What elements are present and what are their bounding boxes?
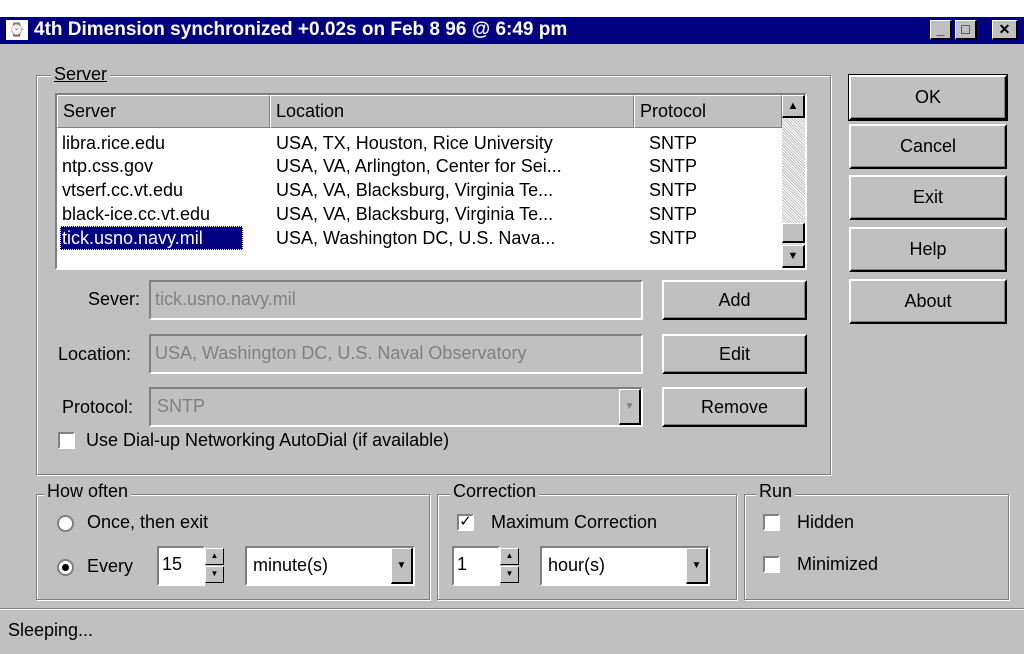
- every-radio[interactable]: [57, 559, 74, 576]
- server-field-label: Sever:: [88, 289, 141, 309]
- server-field[interactable]: tick.usno.navy.mil: [149, 280, 643, 320]
- status-text: Sleeping...: [8, 620, 94, 640]
- window-title: 4th Dimension synchronized +0.02s on Feb…: [34, 19, 568, 40]
- radio-selected-dot: [62, 564, 69, 571]
- row-protocol[interactable]: SNTP: [649, 226, 779, 250]
- edit-button[interactable]: Edit: [662, 334, 807, 374]
- every-value-input[interactable]: 15: [157, 546, 205, 586]
- once-label[interactable]: Once, then exit: [87, 512, 208, 533]
- minimize-icon[interactable]: _: [930, 20, 952, 40]
- every-label[interactable]: Every: [87, 556, 133, 577]
- help-button[interactable]: Help: [849, 227, 1007, 272]
- how-often-legend: How often: [44, 481, 132, 502]
- chevron-down-icon[interactable]: ▼: [391, 548, 413, 584]
- row-server[interactable]: vtserf.cc.vt.edu: [62, 178, 267, 202]
- row-protocol[interactable]: SNTP: [649, 202, 779, 226]
- correction-unit-select[interactable]: hour(s) ▼: [540, 546, 710, 586]
- correction-legend: Correction: [450, 481, 540, 502]
- add-button[interactable]: Add: [662, 280, 807, 320]
- every-unit-value: minute(s): [253, 555, 329, 575]
- protocol-select[interactable]: SNTP ▼: [149, 387, 643, 427]
- row-server[interactable]: libra.rice.edu: [62, 131, 267, 155]
- autodial-label[interactable]: Use Dial-up Networking AutoDial (if avai…: [86, 430, 449, 451]
- column-header-server[interactable]: Server: [57, 95, 270, 128]
- spin-down-icon[interactable]: ▼: [500, 566, 519, 583]
- row-protocol[interactable]: SNTP: [649, 154, 779, 178]
- server-group-legend: Server: [51, 64, 111, 85]
- row-location[interactable]: USA, VA, Blacksburg, Virginia Te...: [276, 202, 631, 226]
- status-divider-light: [0, 609, 1024, 610]
- protocol-select-value: SNTP: [157, 396, 206, 416]
- once-radio[interactable]: [57, 515, 74, 532]
- app-icon[interactable]: ⌚: [6, 20, 28, 40]
- correction-value-input[interactable]: 1: [452, 546, 500, 586]
- row-location[interactable]: USA, VA, Blacksburg, Virginia Te...: [276, 178, 631, 202]
- scroll-up-icon[interactable]: ▲: [782, 95, 805, 118]
- close-icon[interactable]: ✕: [992, 20, 1018, 40]
- correction-spinner[interactable]: ▲ ▼: [500, 546, 521, 586]
- max-correction-checkbox[interactable]: ✓: [457, 514, 474, 531]
- scroll-down-icon[interactable]: ▼: [782, 245, 805, 268]
- remove-button[interactable]: Remove: [662, 387, 807, 427]
- row-server-selected[interactable]: tick.usno.navy.mil: [60, 226, 243, 250]
- autodial-checkbox[interactable]: [58, 432, 75, 449]
- minimized-checkbox[interactable]: [763, 556, 780, 573]
- row-location[interactable]: USA, VA, Arlington, Center for Sei...: [276, 154, 631, 178]
- row-protocol[interactable]: SNTP: [649, 178, 779, 202]
- cancel-button[interactable]: Cancel: [849, 124, 1007, 169]
- column-header-location[interactable]: Location: [270, 95, 634, 128]
- row-location[interactable]: USA, TX, Houston, Rice University: [276, 131, 631, 155]
- exit-button[interactable]: Exit: [849, 175, 1007, 220]
- max-correction-label[interactable]: Maximum Correction: [491, 512, 657, 533]
- location-field-label: Location:: [58, 344, 132, 364]
- every-unit-select[interactable]: minute(s) ▼: [245, 546, 415, 586]
- list-scrollbar[interactable]: ▲ ▼: [782, 95, 805, 268]
- run-legend: Run: [756, 481, 796, 502]
- spin-up-icon[interactable]: ▲: [500, 548, 519, 565]
- column-header-protocol[interactable]: Protocol: [634, 95, 782, 128]
- chevron-down-icon[interactable]: ▼: [619, 389, 641, 425]
- protocol-field-label: Protocol:: [62, 397, 134, 417]
- row-server[interactable]: ntp.css.gov: [62, 154, 267, 178]
- spin-down-icon[interactable]: ▼: [205, 566, 224, 583]
- minimized-label[interactable]: Minimized: [797, 554, 878, 575]
- correction-unit-value: hour(s): [548, 555, 606, 575]
- run-group: [744, 494, 1009, 600]
- row-location[interactable]: USA, Washington DC, U.S. Nava...: [276, 226, 631, 250]
- row-protocol[interactable]: SNTP: [649, 131, 779, 155]
- hidden-checkbox[interactable]: [763, 514, 780, 531]
- hidden-label[interactable]: Hidden: [797, 512, 854, 533]
- every-spinner[interactable]: ▲ ▼: [205, 546, 226, 586]
- spin-up-icon[interactable]: ▲: [205, 548, 224, 565]
- chevron-down-icon[interactable]: ▼: [686, 548, 708, 584]
- about-button[interactable]: About: [849, 279, 1007, 324]
- maximize-icon[interactable]: □: [955, 20, 977, 40]
- server-list[interactable]: Server Location Protocol libra.rice.edu …: [55, 93, 807, 270]
- location-field[interactable]: USA, Washington DC, U.S. Naval Observato…: [149, 334, 643, 374]
- scroll-thumb[interactable]: [782, 223, 805, 243]
- ok-button[interactable]: OK: [848, 74, 1008, 121]
- row-server[interactable]: black-ice.cc.vt.edu: [62, 202, 267, 226]
